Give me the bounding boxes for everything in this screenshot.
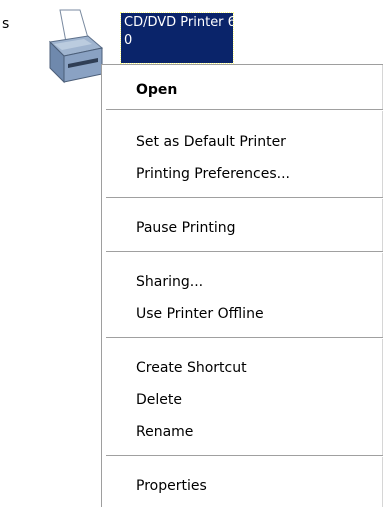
desktop-area: s CD/DVD Printer 6 0 Open Set as Default… bbox=[0, 0, 383, 507]
menu-separator bbox=[106, 251, 383, 253]
printer-icon[interactable] bbox=[44, 8, 108, 92]
menu-item-use-printer-offline[interactable]: Use Printer Offline bbox=[136, 305, 264, 323]
menu-separator bbox=[106, 197, 383, 199]
menu-item-properties[interactable]: Properties bbox=[136, 477, 207, 495]
menu-separator bbox=[106, 109, 383, 111]
menu-item-create-shortcut[interactable]: Create Shortcut bbox=[136, 359, 247, 377]
menu-item-open[interactable]: Open bbox=[136, 81, 177, 99]
printer-label-line-2: 0 bbox=[124, 33, 133, 48]
truncated-text-fragment: s bbox=[2, 16, 10, 32]
menu-item-set-default-printer[interactable]: Set as Default Printer bbox=[136, 133, 286, 151]
menu-separator bbox=[106, 337, 383, 339]
menu-separator bbox=[106, 455, 383, 457]
context-menu: Open Set as Default Printer Printing Pre… bbox=[101, 64, 383, 507]
menu-item-sharing[interactable]: Sharing... bbox=[136, 273, 203, 291]
printer-icon-label[interactable]: CD/DVD Printer 6 0 bbox=[120, 12, 236, 64]
menu-item-rename[interactable]: Rename bbox=[136, 423, 193, 441]
menu-item-pause-printing[interactable]: Pause Printing bbox=[136, 219, 235, 237]
menu-item-printing-preferences[interactable]: Printing Preferences... bbox=[136, 165, 290, 183]
menu-item-delete[interactable]: Delete bbox=[136, 391, 182, 409]
printer-label-line-1: CD/DVD Printer 6 bbox=[124, 15, 236, 30]
